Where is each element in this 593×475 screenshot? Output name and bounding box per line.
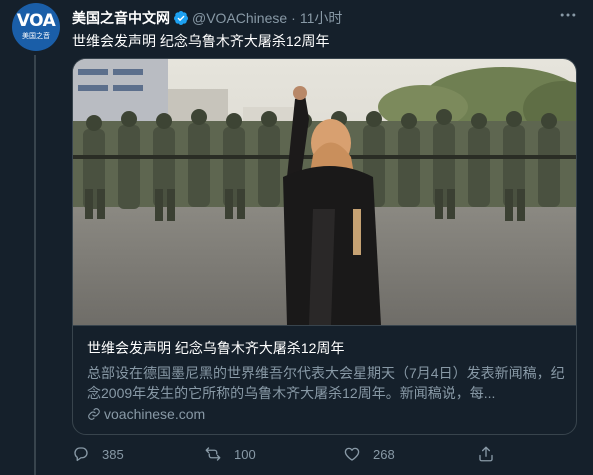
card-image[interactable]	[73, 59, 576, 325]
protest-photo	[73, 59, 576, 325]
link-preview-card[interactable]: 世维会发声明 纪念乌鲁木齐大屠杀12周年 总部设在德国墨尼黑的世界维吾尔代表大会…	[72, 58, 577, 435]
reply-button[interactable]: 385	[72, 445, 124, 463]
more-icon[interactable]	[557, 6, 579, 24]
share-button[interactable]	[477, 445, 507, 463]
card-description: 总部设在德国墨尼黑的世界维吾尔代表大会星期天（7月4日）发表新闻稿，纪念2009…	[87, 365, 565, 401]
tweet-header: 美国之音中文网 @VOAChinese · 11小时	[72, 8, 342, 28]
account-name[interactable]: 美国之音中文网	[72, 8, 170, 28]
reply-icon	[74, 447, 88, 462]
retweet-icon	[205, 447, 221, 461]
tweet-text: 世维会发声明 纪念乌鲁木齐大屠杀12周年	[72, 33, 330, 49]
share-icon	[479, 446, 493, 462]
like-icon	[344, 447, 360, 461]
reply-count: 385	[102, 446, 124, 462]
tweet-timestamp[interactable]: 11小时	[300, 8, 343, 28]
card-title: 世维会发声明 纪念乌鲁木齐大屠杀12周年	[87, 340, 345, 356]
thread-line	[34, 55, 36, 475]
avatar-logo-subtitle: 美国之音	[22, 33, 50, 40]
tweet-actions: 385 100 268	[72, 445, 522, 469]
verified-badge-icon	[173, 11, 188, 25]
avatar-logo: VOA	[16, 11, 56, 31]
account-handle[interactable]: @VOAChinese	[192, 10, 287, 26]
separator-dot: ·	[291, 10, 296, 26]
retweet-button[interactable]: 100	[204, 445, 256, 463]
like-count: 268	[373, 446, 395, 462]
like-button[interactable]: 268	[343, 445, 395, 463]
card-domain-text: voachinese.com	[104, 406, 206, 422]
retweet-count: 100	[234, 446, 256, 462]
card-meta: 世维会发声明 纪念乌鲁木齐大屠杀12周年 总部设在德国墨尼黑的世界维吾尔代表大会…	[73, 325, 576, 434]
avatar[interactable]: VOA 美国之音	[12, 3, 60, 51]
card-domain: voachinese.com	[87, 406, 564, 422]
link-icon	[88, 408, 100, 420]
